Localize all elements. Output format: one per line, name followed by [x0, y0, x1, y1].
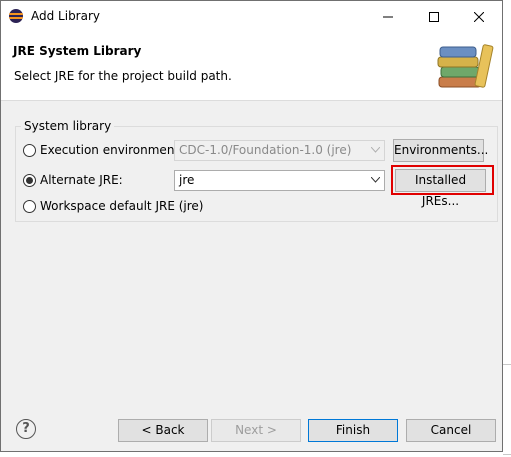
window-title: Add Library [31, 9, 101, 23]
background-divider [503, 454, 511, 455]
workspace-default-jre-label: Workspace default JRE (jre) [40, 199, 204, 213]
execution-environment-value: CDC-1.0/Foundation-1.0 (jre) [179, 143, 352, 157]
background-scrollbar [503, 0, 511, 457]
minimize-icon [383, 16, 393, 17]
alternate-jre-radio[interactable]: Alternate JRE: [23, 172, 123, 188]
minimize-button[interactable] [365, 1, 411, 32]
maximize-button[interactable] [411, 1, 457, 32]
eclipse-icon [9, 9, 23, 23]
close-button[interactable] [456, 1, 502, 32]
close-icon [473, 11, 485, 22]
page-description: Select JRE for the project build path. [14, 69, 232, 83]
execution-environment-radio[interactable]: Execution environment: [23, 142, 183, 158]
background-divider [503, 364, 511, 365]
finish-button[interactable]: Finish [308, 419, 398, 442]
environments-button[interactable]: Environments... [393, 139, 488, 162]
radio-button-checked[interactable] [23, 173, 36, 187]
next-button[interactable]: Next > [211, 419, 301, 442]
workspace-default-jre-radio[interactable]: Workspace default JRE (jre) [23, 198, 203, 214]
help-icon[interactable]: ? [16, 419, 36, 439]
execution-environment-label: Execution environment: [40, 143, 184, 157]
cancel-button[interactable]: Cancel [406, 419, 496, 442]
maximize-icon [429, 11, 439, 22]
alternate-jre-value: jre [179, 173, 195, 187]
back-button[interactable]: < Back [118, 419, 208, 442]
chevron-down-icon [371, 147, 380, 153]
title-bar: Add Library [1, 1, 502, 32]
library-books-icon [437, 44, 494, 88]
radio-button[interactable] [23, 143, 36, 157]
add-library-dialog: Add Library JRE System Library Select JR… [0, 0, 503, 452]
wizard-header: JRE System Library Select JRE for the pr… [1, 32, 502, 101]
chevron-down-icon [371, 177, 380, 183]
alternate-jre-label: Alternate JRE: [40, 173, 123, 187]
installed-jres-highlight [391, 165, 494, 195]
group-label: System library [21, 119, 115, 133]
execution-environment-select: CDC-1.0/Foundation-1.0 (jre) [174, 140, 385, 161]
radio-button[interactable] [23, 199, 36, 213]
alternate-jre-select[interactable]: jre [174, 170, 385, 191]
page-title: JRE System Library [13, 44, 142, 58]
